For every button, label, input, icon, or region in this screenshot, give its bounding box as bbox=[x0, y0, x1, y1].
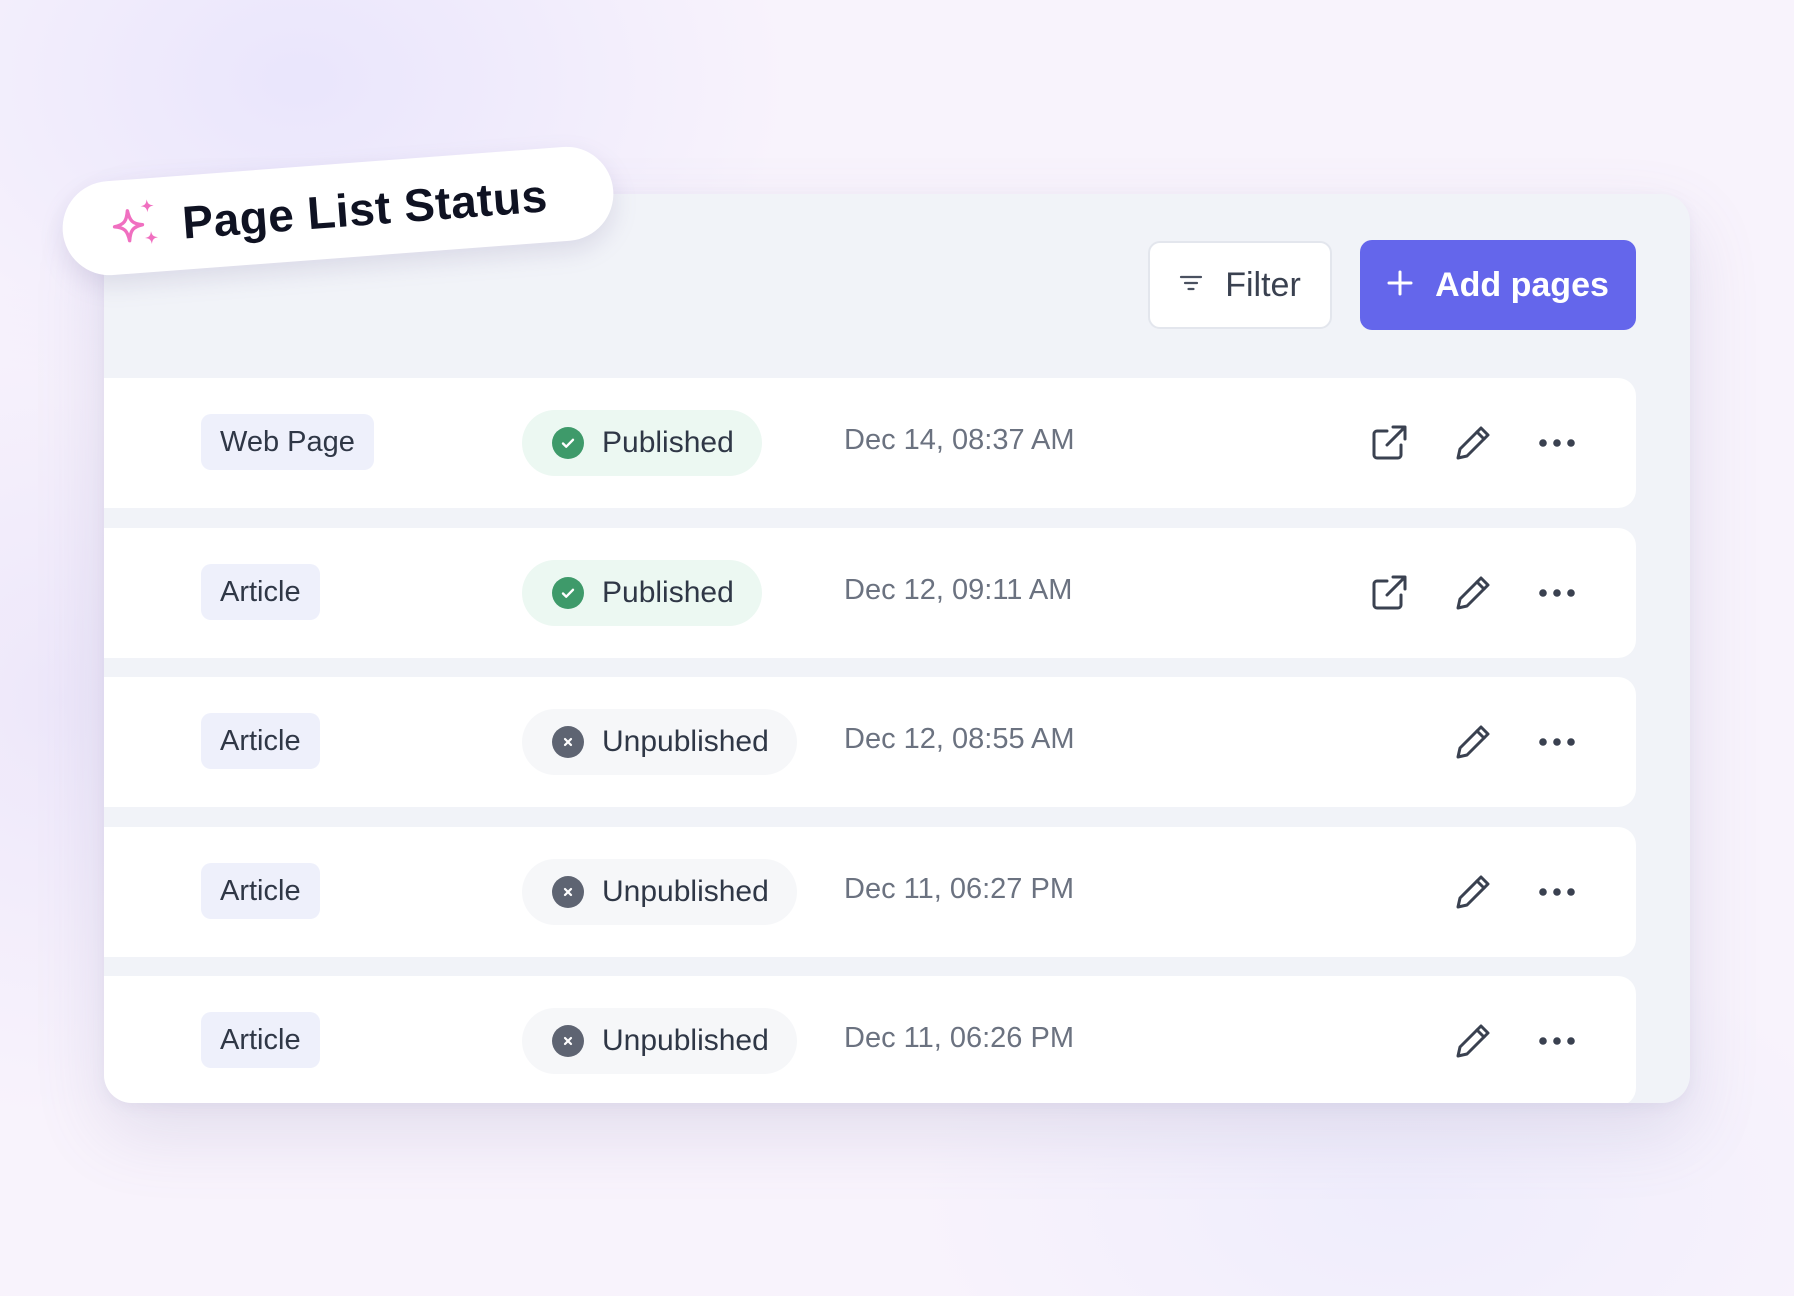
more-icon[interactable] bbox=[1534, 1018, 1580, 1064]
updated-date: Dec 11, 06:26 PM bbox=[844, 1022, 1074, 1054]
list-item[interactable]: Article Unpublished Dec 11, 06:26 PM bbox=[104, 976, 1636, 1103]
list-item[interactable]: Article Published Dec 12, 09:11 AM bbox=[104, 528, 1636, 658]
list-item[interactable]: Article Unpublished Dec 11, 06:27 PM bbox=[104, 827, 1636, 957]
page-list-panel: Filter Add pages Web Page Published Dec … bbox=[104, 194, 1690, 1103]
list-item[interactable]: Article Unpublished Dec 12, 08:55 AM bbox=[104, 677, 1636, 807]
check-icon bbox=[552, 577, 584, 609]
sparkle-icon bbox=[105, 196, 165, 257]
status-badge: Unpublished bbox=[522, 709, 797, 775]
status-badge: Unpublished bbox=[522, 859, 797, 925]
status-badge: Unpublished bbox=[522, 1008, 797, 1074]
status-label: Unpublished bbox=[602, 1024, 769, 1057]
edit-icon[interactable] bbox=[1450, 570, 1496, 616]
more-icon[interactable] bbox=[1534, 719, 1580, 765]
filter-button-label: Filter bbox=[1225, 265, 1301, 304]
open-external-icon[interactable] bbox=[1366, 570, 1412, 616]
edit-icon[interactable] bbox=[1450, 1018, 1496, 1064]
page-type-chip: Article bbox=[201, 1012, 320, 1068]
updated-date: Dec 12, 08:55 AM bbox=[844, 723, 1075, 755]
page-type-chip: Article bbox=[201, 863, 320, 919]
filter-icon bbox=[1179, 274, 1203, 297]
check-icon bbox=[552, 427, 584, 459]
page-type-chip: Article bbox=[201, 564, 320, 620]
edit-icon[interactable] bbox=[1450, 869, 1496, 915]
edit-icon[interactable] bbox=[1450, 420, 1496, 466]
open-external-icon[interactable] bbox=[1366, 420, 1412, 466]
status-label: Published bbox=[602, 426, 734, 459]
status-badge: Published bbox=[522, 560, 762, 626]
status-label: Unpublished bbox=[602, 875, 769, 908]
x-icon bbox=[552, 876, 584, 908]
updated-date: Dec 14, 08:37 AM bbox=[844, 424, 1075, 456]
x-icon bbox=[552, 1025, 584, 1057]
add-pages-button-label: Add pages bbox=[1435, 265, 1609, 304]
status-badge: Published bbox=[522, 410, 762, 476]
more-icon[interactable] bbox=[1534, 570, 1580, 616]
status-label: Unpublished bbox=[602, 725, 769, 758]
x-icon bbox=[552, 726, 584, 758]
filter-button[interactable]: Filter bbox=[1148, 241, 1332, 329]
list-item[interactable]: Web Page Published Dec 14, 08:37 AM bbox=[104, 378, 1636, 508]
page-type-chip: Article bbox=[201, 713, 320, 769]
edit-icon[interactable] bbox=[1450, 719, 1496, 765]
updated-date: Dec 11, 06:27 PM bbox=[844, 873, 1074, 905]
page-title: Page List Status bbox=[180, 169, 550, 249]
updated-date: Dec 12, 09:11 AM bbox=[844, 574, 1073, 606]
add-pages-button[interactable]: Add pages bbox=[1360, 240, 1636, 330]
plus-icon bbox=[1387, 270, 1413, 301]
more-icon[interactable] bbox=[1534, 420, 1580, 466]
status-label: Published bbox=[602, 576, 734, 609]
page-type-chip: Web Page bbox=[201, 414, 374, 470]
more-icon[interactable] bbox=[1534, 869, 1580, 915]
